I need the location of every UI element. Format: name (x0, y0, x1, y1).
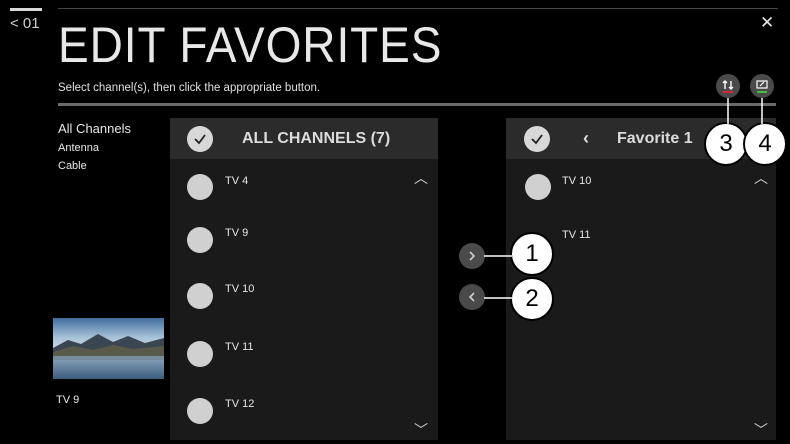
channel-checkbox[interactable] (187, 398, 213, 424)
scroll-down-icon[interactable]: ﹀ (414, 420, 428, 440)
page-title: EDIT FAVORITES (58, 17, 443, 73)
move-left-icon (468, 292, 475, 302)
move-right-icon (469, 251, 476, 261)
back-indicator-bar (10, 8, 42, 11)
header-divider (58, 103, 776, 106)
channel-preview-image (53, 318, 164, 379)
category-antenna[interactable]: Antenna (58, 142, 99, 154)
channel-label: TV 9 (225, 227, 249, 239)
callout-3: 3 (704, 122, 748, 166)
channel-checkbox[interactable] (187, 283, 213, 309)
callout-2: 2 (510, 277, 554, 321)
channel-label: TV 11 (562, 229, 591, 241)
all-channels-panel: ALL CHANNELS (7) ︿ TV 4 TV 9 TV 10 TV 11… (170, 118, 438, 440)
channel-label: TV 12 (225, 398, 255, 410)
channel-label: TV 10 (562, 175, 592, 187)
add-to-favorite-button[interactable] (459, 243, 485, 269)
channel-checkbox[interactable] (187, 227, 213, 253)
callout-4: 4 (743, 122, 787, 166)
list-item[interactable]: TV 10 (506, 159, 776, 215)
select-all-favorites-button[interactable] (524, 126, 550, 152)
list-item[interactable]: TV 12 (170, 383, 438, 439)
channel-checkbox[interactable] (525, 174, 551, 200)
category-cable[interactable]: Cable (58, 160, 87, 172)
channel-checkbox[interactable] (187, 174, 213, 200)
callout-4-pointer (761, 98, 763, 124)
category-all-channels[interactable]: All Channels (58, 121, 131, 136)
list-item[interactable]: TV 10 (170, 271, 438, 327)
scroll-down-icon[interactable]: ﹀ (754, 420, 768, 440)
check-icon (194, 134, 206, 145)
remove-from-favorite-button[interactable] (459, 284, 485, 310)
rename-icon (756, 80, 768, 93)
all-channels-title: ALL CHANNELS (7) (242, 130, 391, 147)
favorite-panel: ‹ Favorite 1 ︿ TV 10 TV 11 ﹀ (506, 118, 776, 440)
all-channels-header: ALL CHANNELS (7) (170, 118, 438, 159)
callout-1: 1 (510, 232, 554, 276)
reorder-icon (722, 80, 734, 93)
reorder-button[interactable] (716, 74, 740, 98)
top-divider (58, 8, 778, 9)
favorite-group-title: Favorite 1 (617, 130, 693, 147)
preview-channel-label: TV 9 (56, 394, 80, 406)
instruction-text: Select channel(s), then click the approp… (58, 82, 321, 94)
previous-group-button[interactable]: ‹ (583, 128, 589, 149)
close-button[interactable]: ✕ (760, 13, 774, 33)
list-item[interactable]: TV 9 (170, 215, 438, 271)
list-item[interactable]: TV 4 (170, 159, 438, 215)
channel-checkbox[interactable] (187, 341, 213, 367)
rename-button[interactable] (750, 74, 774, 98)
callout-1-pointer (484, 255, 512, 257)
callout-2-pointer (484, 297, 512, 299)
channel-label: TV 10 (225, 283, 255, 295)
channel-label: TV 4 (225, 175, 249, 187)
channel-label: TV 11 (225, 341, 254, 353)
check-icon (531, 134, 543, 145)
select-all-button[interactable] (187, 126, 213, 152)
list-item[interactable]: TV 11 (170, 327, 438, 383)
callout-3-pointer (727, 98, 729, 124)
back-button[interactable]: < 01 (10, 15, 40, 32)
